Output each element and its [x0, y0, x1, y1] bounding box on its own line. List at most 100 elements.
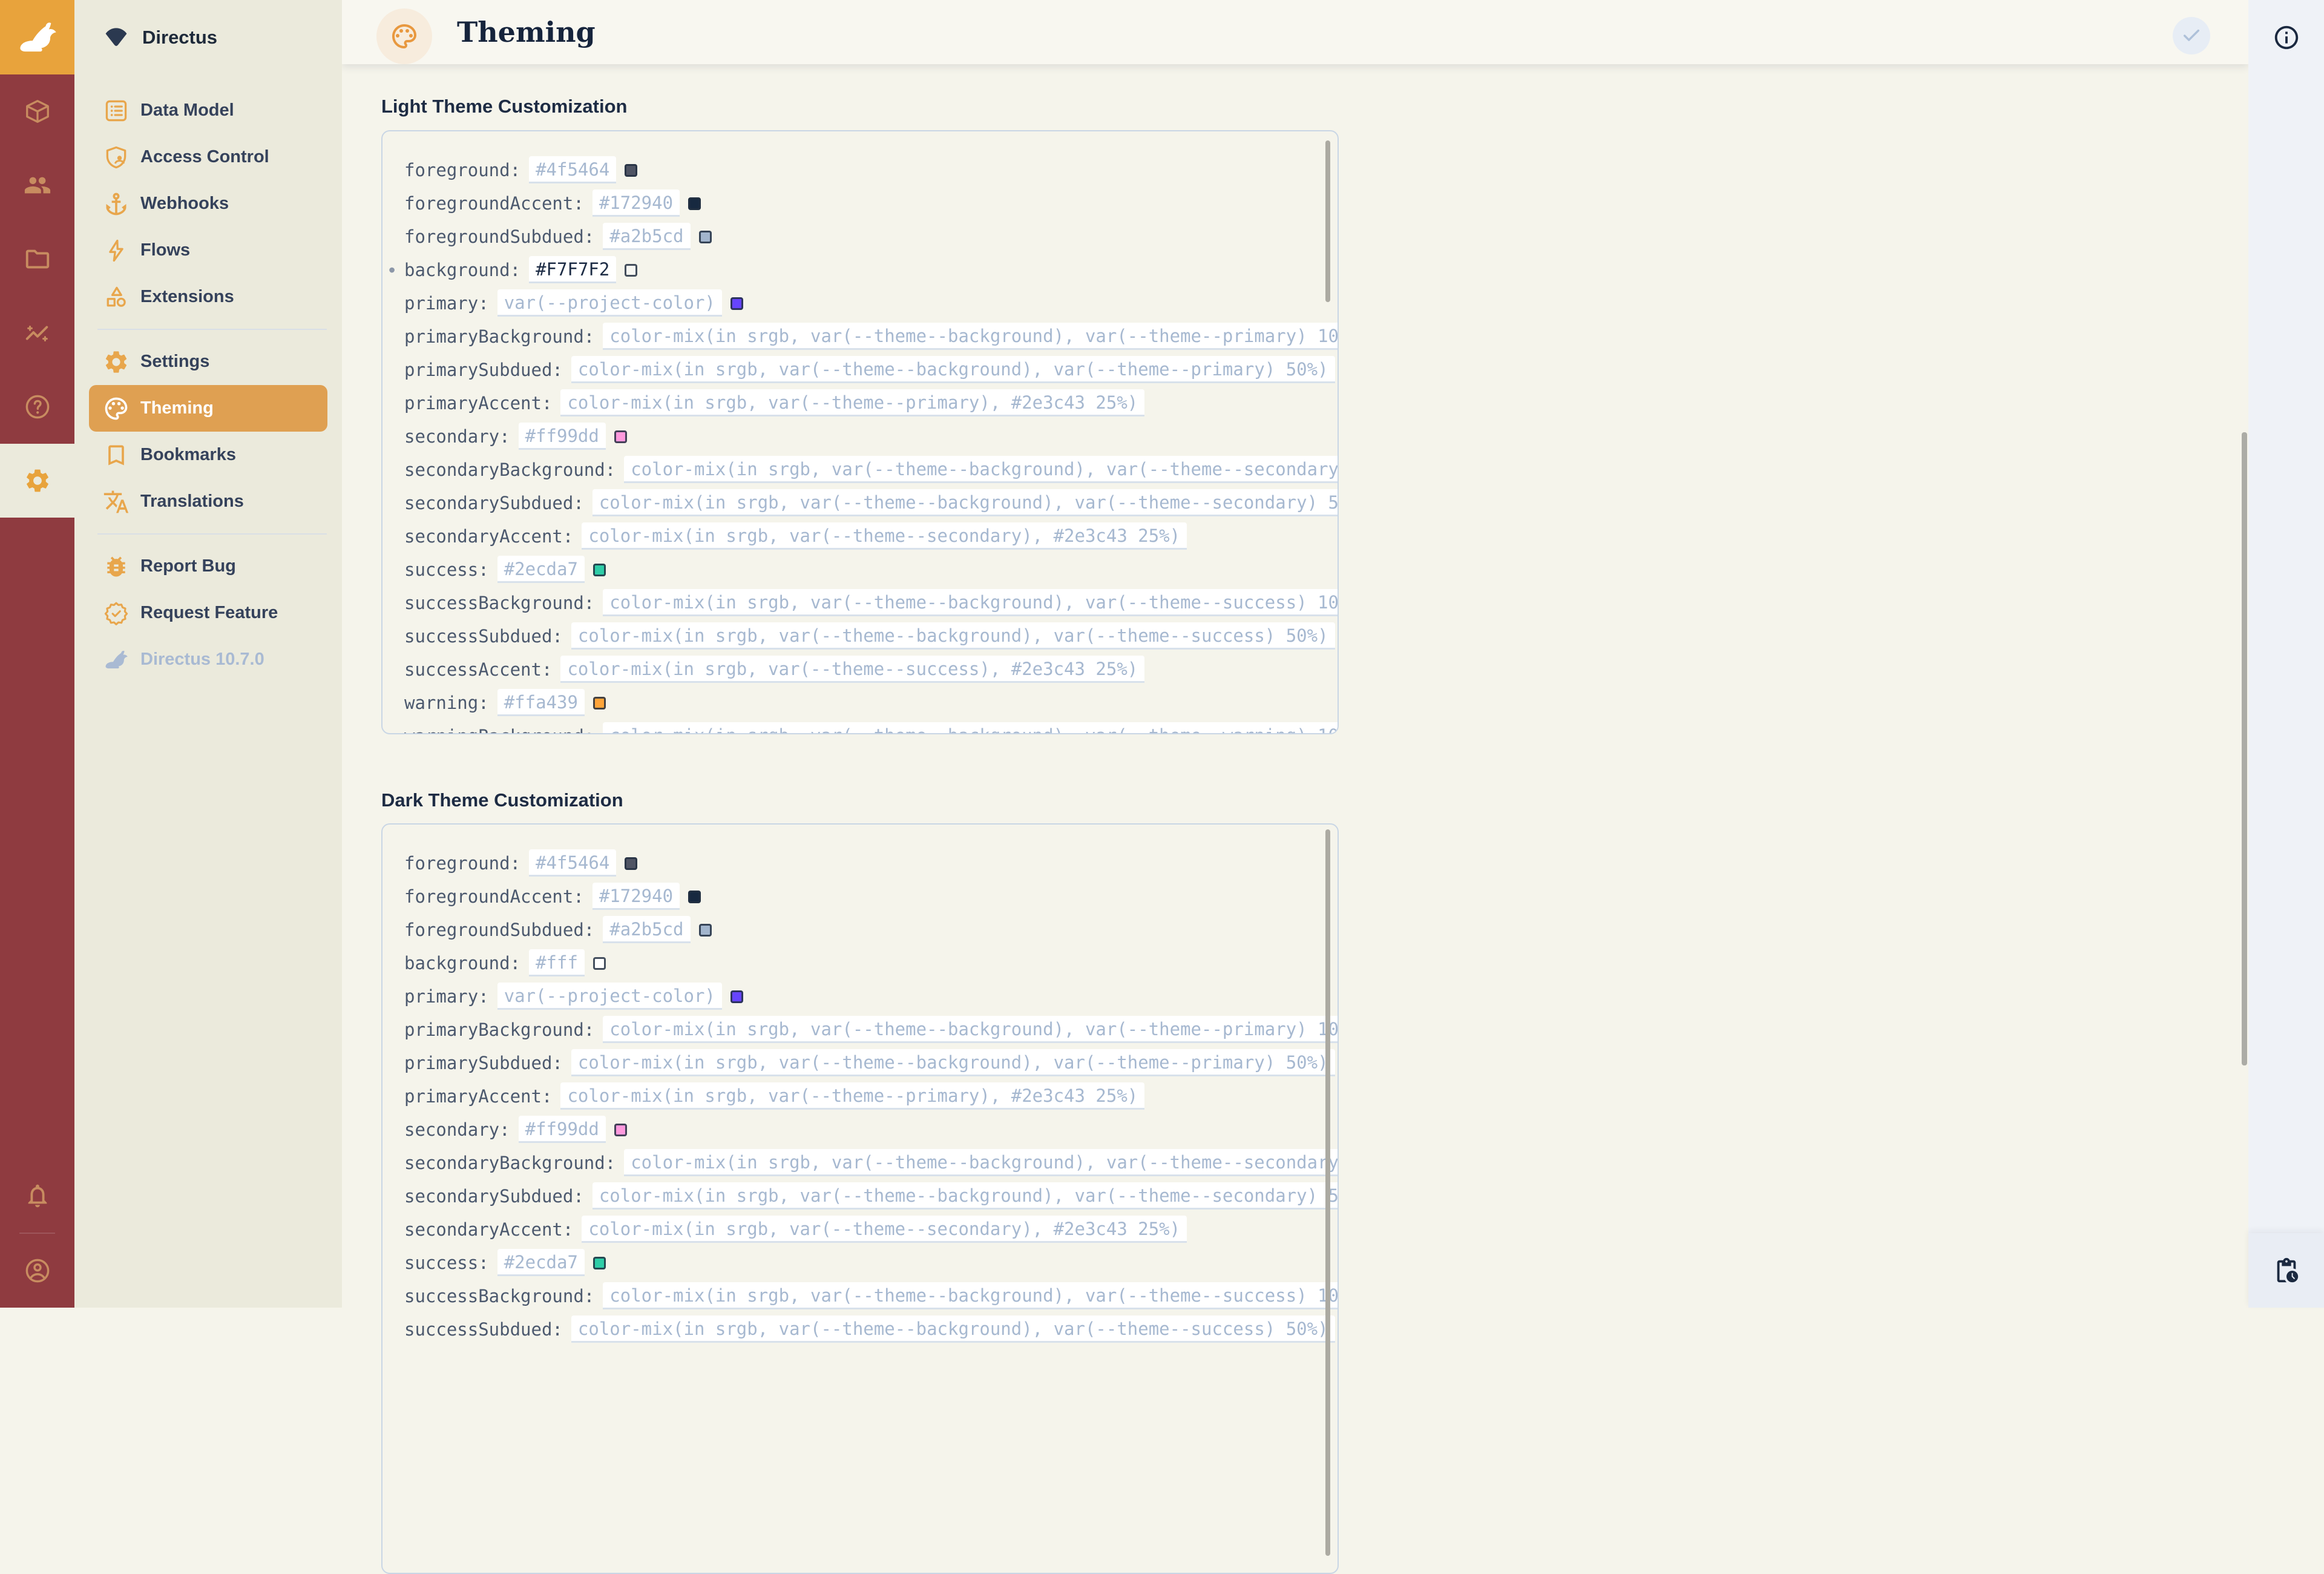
theme-rule-row[interactable]: • secondary: #ff99dd: [404, 420, 1338, 453]
theme-rule-row[interactable]: • successSubdued: color-mix(in srgb, var…: [404, 1312, 1338, 1346]
directus-logo-tile[interactable]: [0, 0, 74, 74]
color-swatch[interactable]: [593, 697, 606, 710]
row-value[interactable]: color-mix(in srgb, var(--theme--backgrou…: [624, 1149, 1339, 1176]
row-value[interactable]: color-mix(in srgb, var(--theme--backgrou…: [571, 622, 1335, 650]
info-button[interactable]: [2248, 0, 2324, 74]
theme-rule-row[interactable]: • foregroundAccent: #172940: [404, 186, 1338, 220]
row-value[interactable]: #ff99dd: [519, 1116, 606, 1143]
sidebar-item-webhooks[interactable]: Webhooks: [74, 180, 342, 227]
row-value[interactable]: var(--project-color): [497, 983, 722, 1010]
row-value[interactable]: #4f5464: [529, 156, 616, 183]
color-swatch[interactable]: [688, 197, 701, 210]
color-swatch[interactable]: [614, 430, 627, 443]
row-value[interactable]: color-mix(in srgb, var(--theme--backgrou…: [624, 456, 1339, 483]
theme-rule-row[interactable]: • success: #2ecda7: [404, 553, 1338, 586]
theme-rule-row[interactable]: • secondaryBackground: color-mix(in srgb…: [404, 1146, 1338, 1179]
theme-rule-row[interactable]: • foregroundSubdued: #a2b5cd: [404, 913, 1338, 946]
row-value[interactable]: color-mix(in srgb, var(--theme--backgrou…: [603, 1282, 1339, 1309]
theme-rule-row[interactable]: • primarySubdued: color-mix(in srgb, var…: [404, 353, 1338, 386]
color-swatch[interactable]: [699, 924, 712, 937]
row-value[interactable]: color-mix(in srgb, var(--theme--backgrou…: [592, 1182, 1339, 1210]
files-module-button[interactable]: [0, 222, 74, 296]
color-swatch[interactable]: [625, 264, 637, 277]
theme-rule-row[interactable]: • primarySubdued: color-mix(in srgb, var…: [404, 1046, 1338, 1079]
theme-rule-row[interactable]: • primaryBackground: color-mix(in srgb, …: [404, 1013, 1338, 1046]
sidebar-item-bookmarks[interactable]: Bookmarks: [74, 432, 342, 478]
save-button[interactable]: [2173, 17, 2210, 54]
sidebar-item-version[interactable]: Directus 10.7.0: [74, 636, 342, 683]
sidebar-item-extensions[interactable]: Extensions: [74, 274, 342, 320]
account-button[interactable]: [0, 1234, 74, 1308]
sidebar-item-translations[interactable]: Translations: [74, 478, 342, 525]
row-value[interactable]: #F7F7F2: [529, 256, 616, 283]
theme-rule-row[interactable]: • successBackground: color-mix(in srgb, …: [404, 586, 1338, 619]
theme-rule-row[interactable]: • secondary: #ff99dd: [404, 1113, 1338, 1146]
row-value[interactable]: color-mix(in srgb, var(--theme--primary)…: [560, 1082, 1144, 1110]
editor-scrollbar-thumb[interactable]: [1325, 140, 1330, 302]
theme-rule-row[interactable]: • foreground: #4f5464: [404, 846, 1338, 880]
theme-rule-row[interactable]: • primary: var(--project-color): [404, 286, 1338, 320]
theme-rule-row[interactable]: • warningBackground: color-mix(in srgb, …: [404, 719, 1338, 734]
insights-module-button[interactable]: [0, 296, 74, 370]
sidebar-item-access-control[interactable]: Access Control: [74, 134, 342, 180]
sidebar-item-flows[interactable]: Flows: [74, 227, 342, 274]
row-value[interactable]: var(--project-color): [497, 289, 722, 317]
color-swatch[interactable]: [688, 891, 701, 903]
color-swatch[interactable]: [593, 564, 606, 576]
row-value[interactable]: color-mix(in srgb, var(--theme--backgrou…: [603, 1016, 1339, 1043]
row-value[interactable]: color-mix(in srgb, var(--theme--secondar…: [582, 1216, 1187, 1243]
help-module-button[interactable]: [0, 370, 74, 444]
color-swatch[interactable]: [730, 990, 743, 1003]
sidebar-item-request-feature[interactable]: Request Feature: [74, 590, 342, 636]
row-value[interactable]: color-mix(in srgb, var(--theme--backgrou…: [603, 589, 1339, 616]
sidebar-item-report-bug[interactable]: Report Bug: [74, 543, 342, 590]
row-value[interactable]: #2ecda7: [497, 1249, 585, 1276]
dark-theme-editor[interactable]: • foreground: #4f5464 • foregroundAccent…: [381, 823, 1339, 1574]
page-scrollbar-thumb[interactable]: [2242, 432, 2247, 1065]
row-value[interactable]: color-mix(in srgb, var(--theme--secondar…: [582, 522, 1187, 550]
theme-rule-row[interactable]: • primary: var(--project-color): [404, 980, 1338, 1013]
theme-rule-row[interactable]: • success: #2ecda7: [404, 1246, 1338, 1279]
project-row[interactable]: Directus: [74, 0, 342, 74]
theme-rule-row[interactable]: • primaryAccent: color-mix(in srgb, var(…: [404, 386, 1338, 420]
color-swatch[interactable]: [593, 1257, 606, 1269]
light-theme-editor[interactable]: • foreground: #4f5464 • foregroundAccent…: [381, 130, 1339, 734]
theme-rule-row[interactable]: • background: #F7F7F2: [404, 253, 1338, 286]
row-value[interactable]: #a2b5cd: [603, 916, 690, 943]
row-value[interactable]: color-mix(in srgb, var(--theme--backgrou…: [603, 722, 1339, 734]
row-value[interactable]: #172940: [592, 883, 680, 910]
activity-drawer[interactable]: [2248, 1233, 2324, 1308]
theme-rule-row[interactable]: • secondarySubdued: color-mix(in srgb, v…: [404, 486, 1338, 519]
theme-rule-row[interactable]: • warning: #ffa439: [404, 686, 1338, 719]
row-value[interactable]: color-mix(in srgb, var(--theme--backgrou…: [603, 323, 1339, 350]
row-value[interactable]: color-mix(in srgb, var(--theme--backgrou…: [571, 1049, 1335, 1076]
color-swatch[interactable]: [625, 164, 637, 177]
theme-rule-row[interactable]: • secondaryAccent: color-mix(in srgb, va…: [404, 1213, 1338, 1246]
theme-rule-row[interactable]: • foregroundSubdued: #a2b5cd: [404, 220, 1338, 253]
row-value[interactable]: #a2b5cd: [603, 223, 690, 250]
row-value[interactable]: color-mix(in srgb, var(--theme--backgrou…: [571, 1316, 1335, 1343]
row-value[interactable]: color-mix(in srgb, var(--theme--success)…: [560, 656, 1144, 683]
theme-rule-row[interactable]: • foregroundAccent: #172940: [404, 880, 1338, 913]
row-value[interactable]: color-mix(in srgb, var(--theme--backgrou…: [571, 356, 1335, 383]
theme-rule-row[interactable]: • background: #fff: [404, 946, 1338, 980]
row-value[interactable]: #2ecda7: [497, 556, 585, 583]
theme-rule-row[interactable]: • secondarySubdued: color-mix(in srgb, v…: [404, 1179, 1338, 1213]
color-swatch[interactable]: [614, 1124, 627, 1136]
row-value[interactable]: color-mix(in srgb, var(--theme--backgrou…: [592, 489, 1339, 516]
theme-rule-row[interactable]: • secondaryAccent: color-mix(in srgb, va…: [404, 519, 1338, 553]
editor-scrollbar-thumb[interactable]: [1325, 829, 1330, 1556]
sidebar-item-theming[interactable]: Theming: [89, 385, 327, 432]
row-value[interactable]: #172940: [592, 189, 680, 217]
color-swatch[interactable]: [625, 857, 637, 870]
row-value[interactable]: #ff99dd: [519, 423, 606, 450]
row-value[interactable]: #4f5464: [529, 849, 616, 877]
color-swatch[interactable]: [593, 957, 606, 970]
row-value[interactable]: color-mix(in srgb, var(--theme--primary)…: [560, 389, 1144, 417]
row-value[interactable]: #fff: [529, 949, 585, 976]
theme-rule-row[interactable]: • secondaryBackground: color-mix(in srgb…: [404, 453, 1338, 486]
color-swatch[interactable]: [699, 231, 712, 243]
theme-rule-row[interactable]: • primaryBackground: color-mix(in srgb, …: [404, 320, 1338, 353]
settings-module-button[interactable]: [0, 444, 74, 518]
theme-rule-row[interactable]: • primaryAccent: color-mix(in srgb, var(…: [404, 1079, 1338, 1113]
